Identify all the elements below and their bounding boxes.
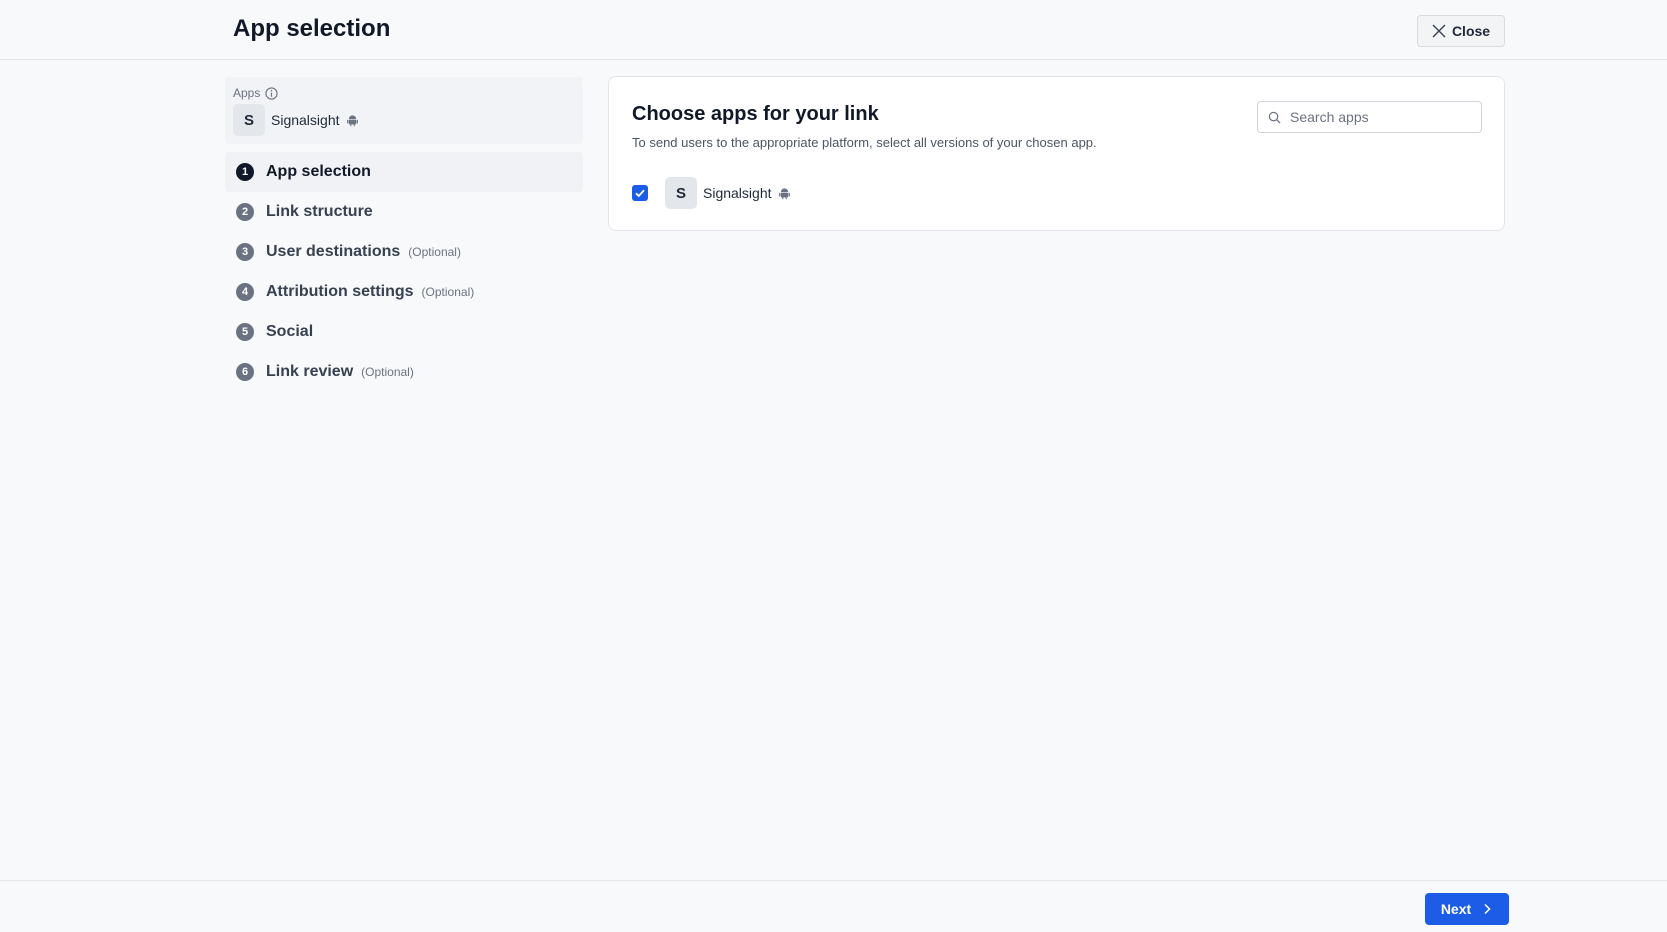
step-label: User destinations: [266, 243, 401, 260]
app-option-row[interactable]: S Signalsight: [632, 177, 791, 209]
page-title: App selection: [233, 15, 391, 42]
optional-tag: (Optional): [421, 285, 475, 299]
step-number: 2: [236, 203, 254, 221]
chevron-right-icon: [1484, 903, 1491, 915]
search-input[interactable]: [1290, 109, 1470, 125]
step-label: Social: [266, 323, 314, 340]
top-header: App selection Close: [0, 0, 1667, 60]
card-subtitle: To send users to the appropriate platfor…: [632, 135, 1097, 150]
android-icon: [778, 187, 790, 199]
step-social[interactable]: 5 Social: [225, 312, 583, 352]
step-number: 6: [236, 363, 254, 381]
info-icon[interactable]: [265, 86, 278, 100]
close-icon: [1432, 24, 1446, 38]
step-number: 1: [236, 163, 254, 181]
card-title: Choose apps for your link: [632, 103, 879, 125]
step-link-structure[interactable]: 2 Link structure: [225, 192, 583, 232]
app-name: Signalsight: [271, 112, 340, 128]
step-label: Attribution settings: [266, 283, 414, 300]
close-button-label: Close: [1451, 23, 1491, 39]
next-button-label: Next: [1440, 901, 1472, 917]
app-checkbox[interactable]: [632, 185, 648, 201]
checkmark-icon: [635, 189, 645, 198]
step-app-selection[interactable]: 1 App selection: [225, 152, 583, 192]
optional-tag: (Optional): [361, 365, 414, 379]
step-navigation: 1 App selection 2 Link structure 3 User …: [225, 152, 583, 392]
optional-tag: (Optional): [408, 245, 461, 259]
search-box[interactable]: [1257, 101, 1482, 133]
step-number: 4: [236, 283, 254, 301]
app-avatar: S: [233, 104, 265, 136]
next-button[interactable]: Next: [1425, 893, 1509, 925]
app-selection-card: Choose apps for your link To send users …: [608, 76, 1505, 231]
selected-apps-summary: Apps S Signalsight: [225, 77, 583, 144]
step-number: 3: [236, 243, 254, 261]
android-icon: [346, 114, 358, 126]
close-button[interactable]: Close: [1417, 15, 1505, 47]
step-label: App selection: [266, 163, 371, 180]
app-name: Signalsight: [703, 185, 772, 201]
apps-label-text: Apps: [233, 86, 261, 100]
step-number: 5: [236, 323, 254, 341]
step-link-review[interactable]: 6 Link review (Optional): [225, 352, 583, 392]
apps-label: Apps: [233, 86, 278, 100]
summary-app: S Signalsight: [233, 104, 359, 136]
step-label: Link structure: [266, 203, 373, 220]
step-label: Link review: [266, 363, 354, 380]
step-user-destinations[interactable]: 3 User destinations (Optional): [225, 232, 583, 272]
step-attribution-settings[interactable]: 4 Attribution settings (Optional): [225, 272, 583, 312]
footer-bar: Next: [0, 880, 1667, 932]
app-avatar: S: [665, 177, 697, 209]
search-icon: [1268, 111, 1281, 123]
